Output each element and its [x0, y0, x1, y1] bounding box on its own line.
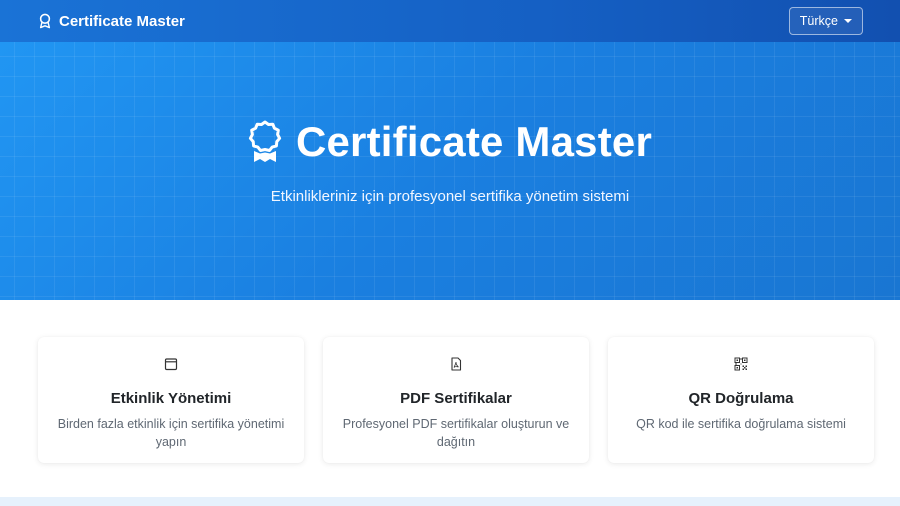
award-icon [39, 13, 51, 29]
hero-title-row: Certificate Master [0, 118, 900, 166]
feature-title: Etkinlik Yönetimi [110, 390, 232, 407]
hero-title: Certificate Master [295, 118, 653, 165]
qr-code-icon [734, 357, 748, 371]
feature-description: QR kod ile sertifika doğrulama sistemi [636, 417, 846, 431]
caret-down-icon [844, 19, 852, 23]
hero-subtitle: Etkinlikleriniz için profesyonel sertifi… [270, 188, 630, 205]
feature-description: Birden fazla etkinlik için sertifika yön… [57, 417, 285, 449]
hero-section: Certificate Master Etkinlikleriniz için … [0, 42, 900, 300]
brand-link[interactable]: Certificate Master [38, 13, 185, 30]
navbar: Certificate Master Türkçe [0, 0, 900, 42]
brand-name: Certificate Master [59, 12, 185, 30]
language-dropdown-button[interactable]: Türkçe [788, 7, 863, 35]
next-section-edge [0, 497, 900, 506]
feature-title: QR Doğrulama [688, 390, 794, 407]
calendar-icon [164, 358, 178, 371]
feature-description: Profesyonel PDF sertifikalar oluşturun v… [342, 417, 570, 449]
feature-card-pdf: PDF Sertifikalar Profesyonel PDF sertifi… [323, 337, 589, 463]
features-section: Etkinlik Yönetimi Birden fazla etkinlik … [38, 337, 874, 463]
feature-title: PDF Sertifikalar [400, 390, 512, 407]
pdf-file-icon [451, 357, 462, 371]
feature-card-qr: QR Doğrulama QR kod ile sertifika doğrul… [608, 337, 874, 463]
feature-card-events: Etkinlik Yönetimi Birden fazla etkinlik … [38, 337, 304, 463]
award-icon [248, 120, 282, 162]
language-label: Türkçe [799, 14, 838, 28]
